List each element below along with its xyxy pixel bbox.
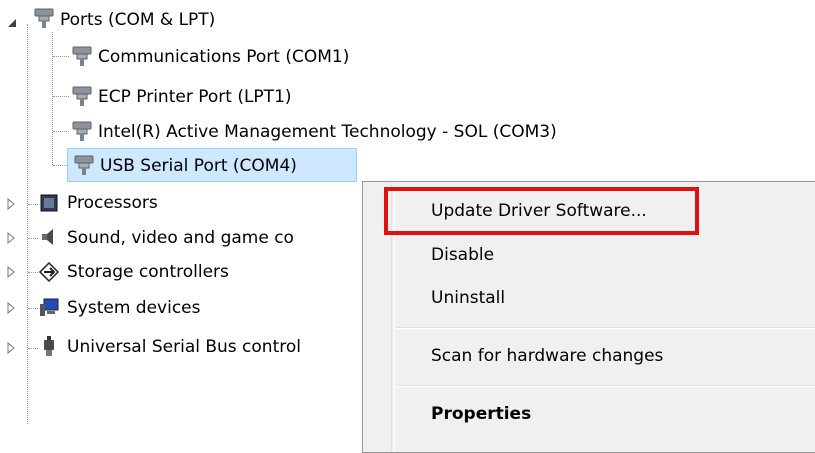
tree-guide-line: [28, 204, 38, 205]
tree-guide-line: [27, 24, 28, 424]
port-connector-icon: [71, 85, 93, 107]
menu-item-scan-hardware[interactable]: Scan for hardware changes: [431, 339, 663, 373]
expand-arrow-icon[interactable]: [4, 301, 18, 315]
tree-guide-line: [28, 348, 38, 349]
tree-guide-line: [53, 96, 69, 97]
system-devices-icon: [38, 296, 60, 318]
tree-guide-line: [28, 272, 38, 273]
menu-item-uninstall[interactable]: Uninstall: [431, 281, 505, 315]
speaker-icon: [38, 226, 60, 248]
menu-item-disable[interactable]: Disable: [431, 238, 494, 272]
tree-item-lpt1[interactable]: ECP Printer Port (LPT1): [98, 80, 292, 114]
menu-item-label: Scan for hardware changes: [431, 346, 664, 366]
menu-item-label: Disable: [431, 245, 495, 265]
tree-item-label: ECP Printer Port (LPT1): [98, 87, 292, 107]
port-connector-icon: [71, 45, 93, 67]
tree-item-label: Communications Port (COM1): [98, 47, 350, 67]
tree-item-label: Intel(R) Active Management Technology - …: [98, 122, 557, 142]
tree-guide-line: [28, 238, 38, 239]
tree-node-sound[interactable]: Sound, video and game co: [67, 221, 294, 255]
menu-item-label: Properties: [431, 404, 532, 424]
expand-arrow-icon[interactable]: [4, 231, 18, 245]
expand-arrow-icon[interactable]: [4, 197, 18, 211]
tree-node-label: Storage controllers: [67, 262, 229, 282]
tree-node-label: Sound, video and game co: [67, 228, 294, 248]
tree-node-processors[interactable]: Processors: [67, 186, 158, 220]
tree-node-label: System devices: [67, 298, 201, 318]
tree-node-storage[interactable]: Storage controllers: [67, 255, 229, 289]
menu-item-label: Uninstall: [431, 288, 506, 308]
processor-icon: [38, 192, 60, 214]
tree-guide-line: [52, 32, 53, 165]
tree-item-com1[interactable]: Communications Port (COM1): [98, 40, 349, 74]
menu-separator: [397, 385, 815, 387]
tree-node-label: Processors: [67, 193, 158, 213]
tree-guide-line: [53, 131, 69, 132]
tree-item-com4[interactable]: USB Serial Port (COM4): [100, 149, 297, 183]
port-connector-icon: [33, 7, 55, 29]
storage-controller-icon: [38, 261, 60, 283]
tree-guide-line: [28, 308, 38, 309]
tree-item-com3[interactable]: Intel(R) Active Management Technology - …: [98, 115, 557, 149]
tree-guide-line: [53, 56, 69, 57]
tree-node-label: Universal Serial Bus control: [67, 337, 301, 357]
expand-arrow-icon[interactable]: [4, 341, 18, 355]
port-connector-icon: [73, 154, 95, 176]
collapse-arrow-icon[interactable]: [5, 16, 19, 30]
tree-node-label: Ports (COM & LPT): [60, 10, 216, 30]
usb-icon: [38, 335, 60, 357]
tree-node-usb[interactable]: Universal Serial Bus control: [67, 330, 301, 364]
tree-node-ports[interactable]: Ports (COM & LPT): [60, 3, 215, 37]
tree-item-label: USB Serial Port (COM4): [100, 156, 297, 176]
highlight-box: [384, 187, 699, 235]
menu-item-properties[interactable]: Properties: [431, 397, 531, 431]
expand-arrow-icon[interactable]: [4, 265, 18, 279]
port-connector-icon: [71, 120, 93, 142]
tree-node-system-devices[interactable]: System devices: [67, 291, 201, 325]
menu-separator: [397, 327, 815, 329]
